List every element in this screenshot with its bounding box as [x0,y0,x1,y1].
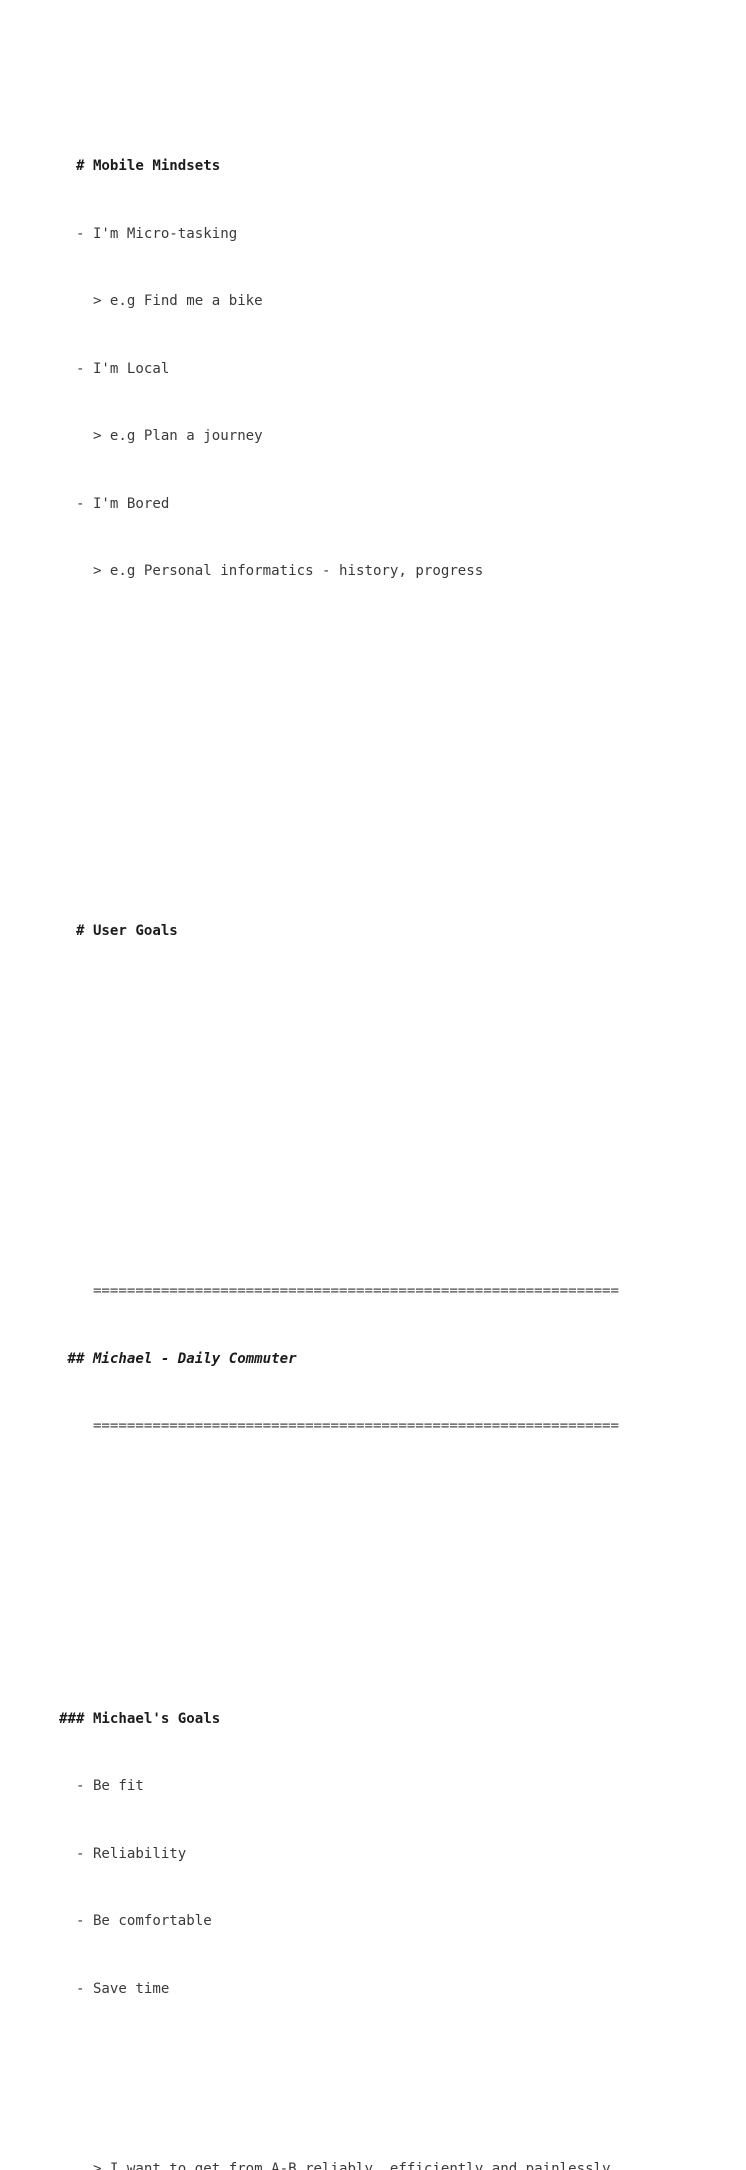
heading-mobile-mindsets: # Mobile Mindsets [59,155,719,178]
list-item: - Be fit [59,1775,719,1798]
list-item: > e.g Plan a journey [59,425,719,448]
rule-top: ========================================… [59,1280,719,1303]
list-item: - I'm Local [59,358,719,381]
document-text-body: # Mobile Mindsets - I'm Micro-tasking > … [59,20,719,2170]
list-item: - Be comfortable [59,1910,719,1933]
heading-michaels-goals: ### Michael's Goals [59,1708,719,1731]
list-item: > e.g Personal informatics - history, pr… [59,560,719,583]
spacer [59,695,719,718]
spacer [59,1055,719,1078]
spacer [59,1123,719,1146]
heading-user-goals: # User Goals [59,920,719,943]
spacer [59,2068,719,2091]
list-item: > e.g Find me a bike [59,290,719,313]
section-michaels-goals: ### Michael's Goals - Be fit - Reliabili… [59,1663,719,2170]
document-page: # Mobile Mindsets - I'm Micro-tasking > … [0,0,746,1085]
section-mobile-mindsets: # Mobile Mindsets - I'm Micro-tasking > … [59,110,719,628]
list-item: - Reliability [59,1843,719,1866]
rule-bottom: ========================================… [59,1415,719,1438]
list-item: - I'm Bored [59,493,719,516]
spacer [59,763,719,786]
heading-michael-daily-commuter: ## Michael - Daily Commuter [59,1348,719,1371]
quote-line: > I want to get from A-B reliably, effic… [59,2158,719,2170]
spacer [59,1550,719,1573]
section-user-goals: # User Goals [59,875,719,988]
list-item: - Save time [59,1978,719,2001]
list-item: - I'm Micro-tasking [59,223,719,246]
section-michael-persona-banner: ========================================… [59,1235,719,1483]
